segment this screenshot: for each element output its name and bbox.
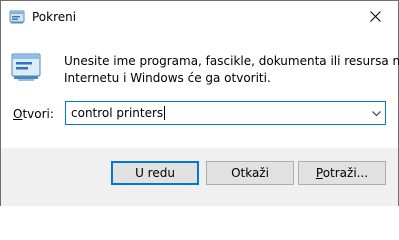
text-caret [164, 106, 166, 120]
close-icon [369, 11, 381, 22]
browse-mnemonic: P [315, 166, 323, 180]
run-icon [9, 9, 25, 25]
cancel-button[interactable]: Otkaži [206, 161, 294, 185]
open-input-value: control printers [71, 106, 164, 120]
ok-button[interactable]: U redu [111, 161, 199, 185]
run-dialog: Pokreni Unesite ime programa, fascikle, … [0, 0, 399, 206]
browse-label-rest: otraži... [322, 166, 369, 180]
dropdown-button[interactable] [367, 102, 385, 124]
run-icon [10, 51, 42, 83]
open-combobox[interactable]: control printers [65, 101, 386, 125]
open-label-rest: tvori: [22, 107, 54, 121]
close-button[interactable] [352, 1, 398, 32]
window-title: Pokreni [32, 10, 77, 24]
browse-button[interactable]: Potraži... [298, 161, 386, 185]
chevron-down-icon [371, 106, 381, 120]
open-label: Otvori: [13, 106, 54, 122]
instruction-line-2: Internetu i Windows će ga otvoriti. [64, 71, 271, 85]
title-bar[interactable]: Pokreni [1, 1, 398, 32]
instruction-line-1: Unesite ime programa, fascikle, dokument… [64, 54, 399, 68]
open-input[interactable]: control printers [71, 105, 166, 121]
instruction-text: Unesite ime programa, fascikle, dokument… [64, 53, 399, 87]
